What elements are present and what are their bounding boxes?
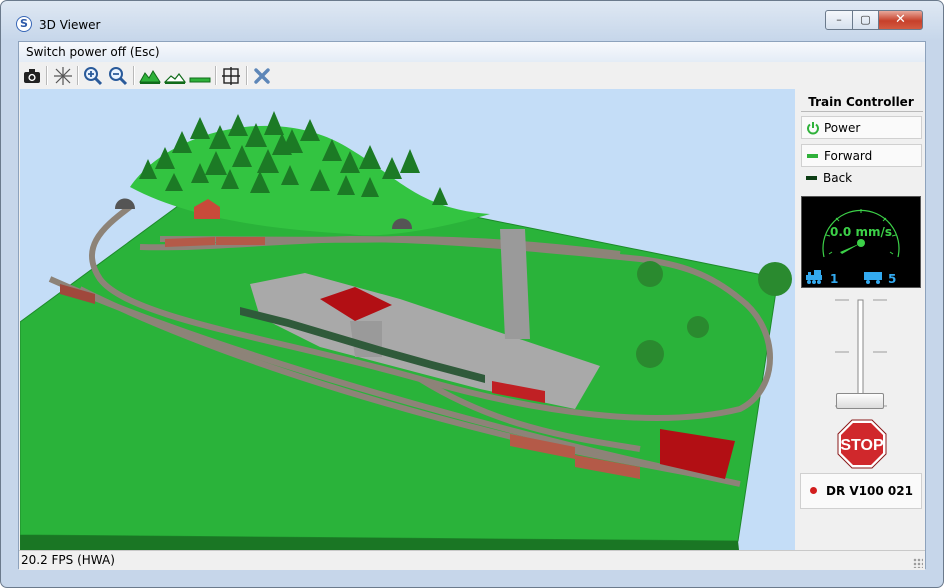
back-button[interactable]: Back (801, 167, 922, 190)
zoom-in-icon[interactable] (82, 65, 104, 87)
stop-button[interactable]: STOP (837, 419, 887, 469)
menu-bar: Switch power off (Esc) (19, 42, 925, 63)
close-button[interactable]: ✕ (878, 10, 923, 30)
window-title: 3D Viewer (39, 18, 101, 32)
back-label: Back (823, 171, 853, 185)
loco-icon (806, 270, 822, 284)
view-flat-icon[interactable] (189, 65, 211, 87)
power-icon (807, 122, 819, 135)
menu-switch-power-off[interactable]: Switch power off (Esc) (26, 45, 160, 59)
toolbar (19, 62, 925, 89)
toolbar-separator (46, 66, 48, 85)
power-label: Power (824, 121, 861, 135)
throttle-slider[interactable] (801, 296, 921, 414)
3d-viewport[interactable] (20, 89, 795, 550)
selected-loco[interactable]: DR V100 021 (800, 473, 922, 509)
resize-grip[interactable] (913, 558, 923, 568)
view-medium-icon[interactable] (164, 65, 186, 87)
client-area: Switch power off (Esc) Train Controller … (18, 41, 926, 570)
wagon-count: 5 (888, 272, 897, 286)
forward-label: Forward (824, 149, 873, 163)
minimize-button[interactable]: – (825, 10, 853, 30)
loco-status-dot (810, 487, 817, 494)
gauge-dial (806, 209, 900, 284)
toolbar-separator (215, 66, 217, 85)
toolbar-separator (246, 66, 248, 85)
panel-divider (801, 111, 923, 112)
throttle-thumb[interactable] (836, 393, 884, 409)
view-high-icon[interactable] (139, 65, 161, 87)
forward-indicator-icon (807, 154, 818, 158)
panel-title: Train Controller (808, 95, 914, 109)
status-bar: 20.2 FPS (HWA) (19, 550, 925, 570)
wagon-icon (864, 272, 882, 284)
loco-count: 1 (830, 272, 839, 286)
app-window: S 3D Viewer – ▢ ✕ Switch power off (Esc) (0, 0, 944, 588)
loco-name: DR V100 021 (826, 484, 913, 498)
forward-button[interactable]: Forward (801, 144, 922, 167)
center-icon[interactable] (52, 65, 74, 87)
speed-readout: 0.0 mm/s (830, 225, 892, 239)
speed-gauge: 0.0 mm/s 1 5 (801, 196, 921, 288)
stop-sign-icon: STOP (837, 419, 887, 469)
fps-readout: 20.2 FPS (HWA) (21, 553, 115, 567)
power-button[interactable]: Power (801, 116, 922, 139)
close-layout-icon[interactable] (251, 65, 273, 87)
layout-scene (20, 111, 792, 550)
toolbar-separator (133, 66, 135, 85)
toolbar-separator (77, 66, 79, 85)
stop-label: STOP (840, 437, 884, 454)
app-logo-icon: S (16, 16, 32, 32)
maximize-button[interactable]: ▢ (852, 10, 879, 30)
fit-view-icon[interactable] (220, 65, 242, 87)
zoom-out-icon[interactable] (107, 65, 129, 87)
title-bar[interactable]: S 3D Viewer – ▢ ✕ (1, 1, 943, 41)
back-indicator-icon (806, 176, 817, 180)
camera-icon[interactable] (21, 65, 43, 87)
train-controller-panel: Train Controller Power Forward Back 0.0 … (797, 89, 925, 550)
